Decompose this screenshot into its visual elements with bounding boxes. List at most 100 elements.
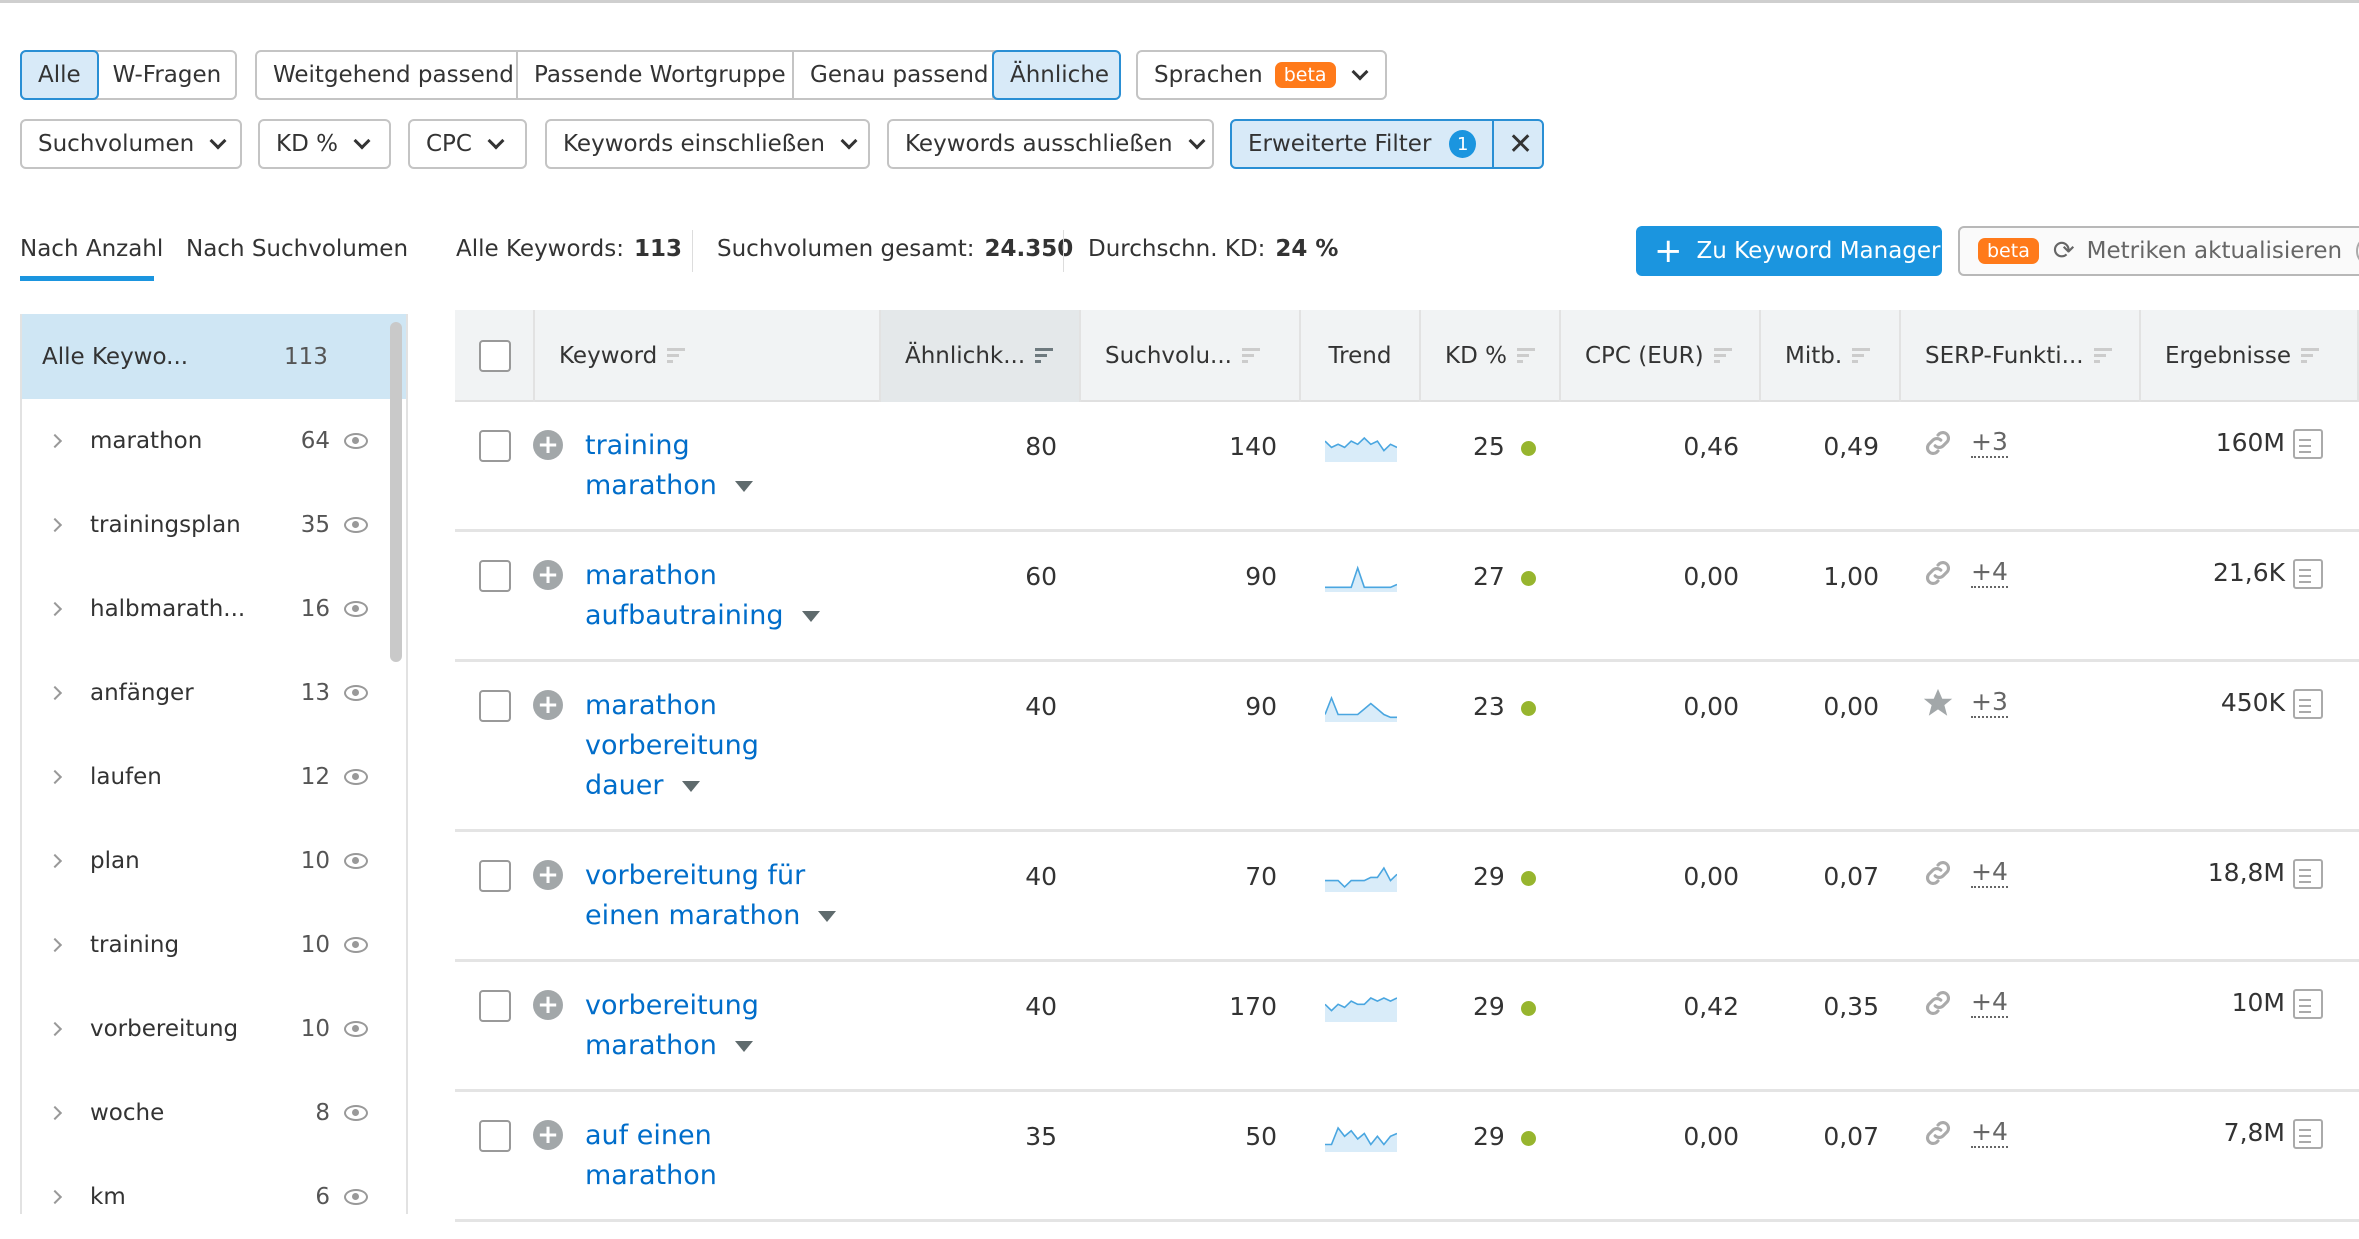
eye-icon[interactable]: [344, 769, 368, 785]
keyword-link[interactable]: vorbereitung marathon: [585, 986, 759, 1089]
sort-icon[interactable]: [667, 348, 686, 364]
add-keyword-icon[interactable]: +: [533, 1120, 563, 1150]
advanced-filters-button[interactable]: Erweiterte Filter 1: [1232, 121, 1494, 167]
chevron-right-icon[interactable]: [47, 601, 63, 617]
chevron-right-icon[interactable]: [47, 1189, 63, 1205]
column-header[interactable]: Keyword: [535, 310, 881, 402]
sidebar-item[interactable]: woche 8: [22, 1071, 406, 1155]
column-header[interactable]: Trend: [1301, 310, 1421, 402]
row-checkbox[interactable]: [479, 1120, 511, 1152]
sidebar-scrollbar[interactable]: [390, 322, 402, 662]
chevron-right-icon[interactable]: [47, 433, 63, 449]
chevron-right-icon[interactable]: [47, 937, 63, 953]
eye-icon[interactable]: [344, 1189, 368, 1205]
serp-more-link[interactable]: +4: [1971, 857, 2008, 888]
kd-filter-dropdown[interactable]: KD %: [258, 119, 391, 169]
exclude-keywords-dropdown[interactable]: Keywords ausschließen: [887, 119, 1214, 169]
row-checkbox[interactable]: [479, 430, 511, 462]
languages-dropdown[interactable]: Sprachen beta: [1136, 50, 1387, 100]
chevron-right-icon[interactable]: [47, 1105, 63, 1121]
column-header[interactable]: Ergebnisse: [2141, 310, 2359, 402]
tab-by-count[interactable]: Nach Anzahl: [20, 236, 163, 262]
caret-down-icon[interactable]: [818, 911, 837, 922]
row-checkbox[interactable]: [479, 860, 511, 892]
keyword-link[interactable]: auf einen marathon: [585, 1116, 717, 1219]
sidebar-item[interactable]: halbmarath... 16: [22, 567, 406, 651]
sidebar-item[interactable]: training 10: [22, 903, 406, 987]
cpc-filter-dropdown[interactable]: CPC: [408, 119, 527, 169]
keyword-link[interactable]: marathon aufbautraining: [585, 556, 820, 659]
eye-icon[interactable]: [344, 1021, 368, 1037]
serp-more-link[interactable]: +3: [1971, 427, 2008, 458]
chevron-right-icon[interactable]: [47, 517, 63, 533]
eye-icon[interactable]: [344, 601, 368, 617]
add-keyword-icon[interactable]: +: [533, 860, 563, 890]
serp-more-link[interactable]: +4: [1971, 1117, 2008, 1148]
serp-snapshot-icon[interactable]: [2293, 989, 2323, 1019]
chevron-right-icon[interactable]: [47, 1021, 63, 1037]
column-header[interactable]: KD %: [1421, 310, 1561, 402]
eye-icon[interactable]: [344, 685, 368, 701]
sidebar-item-all[interactable]: Alle Keywo... 113: [22, 314, 406, 399]
filter-broad-match[interactable]: Weitgehend passend: [257, 52, 518, 98]
serp-snapshot-icon[interactable]: [2293, 559, 2323, 589]
column-header[interactable]: CPC (EUR): [1561, 310, 1761, 402]
serp-snapshot-icon[interactable]: [2293, 429, 2323, 459]
add-keyword-icon[interactable]: +: [533, 560, 563, 590]
row-checkbox[interactable]: [479, 690, 511, 722]
sort-icon[interactable]: [1035, 348, 1054, 364]
add-keyword-icon[interactable]: +: [533, 990, 563, 1020]
sidebar-item[interactable]: trainingsplan 35: [22, 483, 406, 567]
keyword-link[interactable]: vorbereitung für einen marathon: [585, 856, 837, 959]
add-keyword-icon[interactable]: +: [533, 430, 563, 460]
caret-down-icon[interactable]: [734, 1041, 753, 1052]
sort-icon[interactable]: [1241, 348, 1260, 364]
caret-down-icon[interactable]: [801, 611, 820, 622]
sidebar-item[interactable]: laufen 12: [22, 735, 406, 819]
eye-icon[interactable]: [344, 853, 368, 869]
eye-icon[interactable]: [344, 433, 368, 449]
sort-icon[interactable]: [1713, 348, 1732, 364]
column-header[interactable]: SERP-Funkti...: [1901, 310, 2141, 402]
caret-down-icon[interactable]: [681, 781, 700, 792]
keyword-link[interactable]: training marathon: [585, 426, 753, 529]
column-header[interactable]: Ähnlichk...: [881, 310, 1081, 402]
eye-icon[interactable]: [344, 937, 368, 953]
tab-by-volume[interactable]: Nach Suchvolumen: [186, 236, 408, 262]
serp-more-link[interactable]: +4: [1971, 987, 2008, 1018]
serp-more-link[interactable]: +4: [1971, 557, 2008, 588]
caret-down-icon[interactable]: [734, 481, 753, 492]
add-keyword-icon[interactable]: +: [533, 690, 563, 720]
sidebar-item[interactable]: anfänger 13: [22, 651, 406, 735]
sort-icon[interactable]: [1852, 348, 1871, 364]
select-all-checkbox[interactable]: [479, 340, 511, 372]
eye-icon[interactable]: [344, 517, 368, 533]
update-metrics-button[interactable]: beta ⟳ Metriken aktualisieren: [1958, 226, 2359, 276]
volume-filter-dropdown[interactable]: Suchvolumen: [20, 119, 242, 169]
serp-snapshot-icon[interactable]: [2293, 1119, 2323, 1149]
keyword-link[interactable]: marathon vorbereitung dauer: [585, 686, 759, 829]
sidebar-item[interactable]: plan 10: [22, 819, 406, 903]
serp-more-link[interactable]: +3: [1971, 687, 2008, 718]
filter-w-questions[interactable]: W-Fragen: [97, 52, 238, 98]
filter-exact-match[interactable]: Genau passend: [794, 52, 994, 98]
sort-icon[interactable]: [2093, 348, 2112, 364]
filter-phrase-match[interactable]: Passende Wortgruppe: [518, 52, 794, 98]
include-keywords-dropdown[interactable]: Keywords einschließen: [545, 119, 870, 169]
chevron-right-icon[interactable]: [47, 685, 63, 701]
serp-snapshot-icon[interactable]: [2293, 859, 2323, 889]
filter-similar[interactable]: Ähnliche: [992, 50, 1121, 100]
sidebar-item[interactable]: vorbereitung 10: [22, 987, 406, 1071]
filter-all[interactable]: Alle: [20, 50, 99, 100]
sort-icon[interactable]: [1516, 348, 1535, 364]
row-checkbox[interactable]: [479, 560, 511, 592]
sidebar-item[interactable]: km 6: [22, 1155, 406, 1239]
chevron-right-icon[interactable]: [47, 853, 63, 869]
sidebar-item[interactable]: marathon 64: [22, 399, 406, 483]
eye-icon[interactable]: [344, 1105, 368, 1121]
serp-snapshot-icon[interactable]: [2293, 689, 2323, 719]
row-checkbox[interactable]: [479, 990, 511, 1022]
column-header[interactable]: Mitb.: [1761, 310, 1901, 402]
chevron-right-icon[interactable]: [47, 769, 63, 785]
sort-icon[interactable]: [2301, 348, 2320, 364]
